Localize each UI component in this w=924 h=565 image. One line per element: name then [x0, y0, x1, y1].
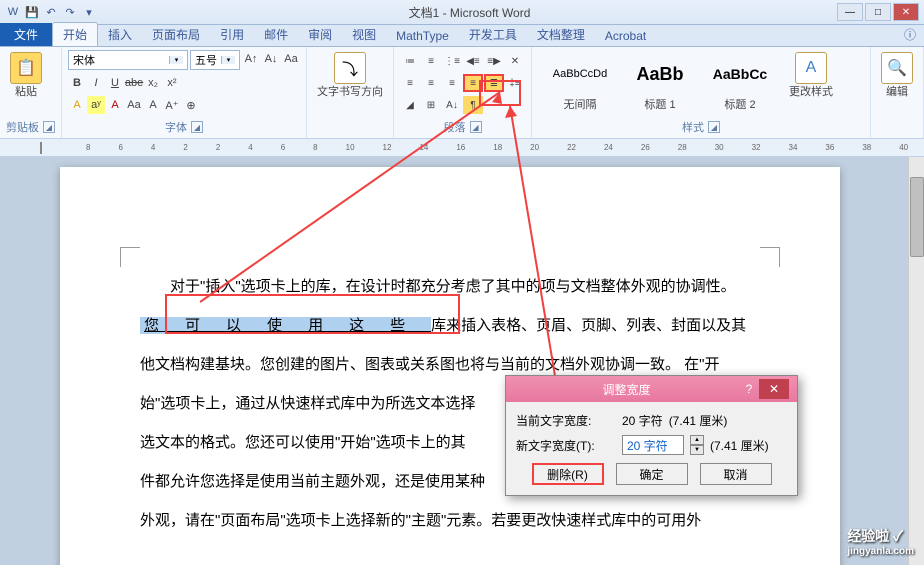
help-icon[interactable]: ⓘ: [896, 23, 924, 46]
current-width-label: 当前文字宽度:: [516, 412, 616, 429]
word-icon: W: [5, 4, 21, 20]
text-effect-button[interactable]: A: [68, 96, 86, 114]
tab-references[interactable]: 引用: [210, 23, 254, 46]
adjust-width-dialog: 调整宽度 ? ✕ 当前文字宽度: 20 字符 (7.41 厘米) 新文字宽度(T…: [505, 375, 798, 496]
ok-button[interactable]: 确定: [616, 463, 688, 485]
tab-home[interactable]: 开始: [52, 22, 98, 46]
char-border-button[interactable]: A: [144, 96, 162, 114]
char-shading-button[interactable]: A⁺: [163, 96, 181, 114]
align-left-button[interactable]: ≡: [400, 74, 420, 92]
tab-view[interactable]: 视图: [342, 23, 386, 46]
multilevel-button[interactable]: ⋮≡: [442, 52, 462, 70]
spinner-down[interactable]: ▼: [690, 445, 704, 455]
style-heading1[interactable]: AaBb 标题 1: [624, 52, 696, 114]
highlight-button[interactable]: aʸ: [87, 96, 105, 114]
font-label: 字体: [165, 119, 187, 135]
watermark: 经验啦 ✓ jingyanla.com: [847, 526, 914, 557]
tab-mailings[interactable]: 邮件: [254, 23, 298, 46]
current-width-value: 20 字符: [622, 412, 663, 429]
strikethrough-button[interactable]: abe: [125, 74, 143, 92]
grow-font-button[interactable]: A↑: [242, 50, 260, 68]
asian-layout-button[interactable]: ✕: [505, 52, 525, 70]
clear-format-button[interactable]: Aa: [282, 50, 300, 68]
style-nospacing[interactable]: AaBbCcDd 无间隔: [544, 52, 616, 114]
current-width-cm: (7.41 厘米): [669, 412, 728, 429]
superscript-button[interactable]: x²: [163, 74, 181, 92]
paste-icon: 📋: [10, 52, 42, 84]
tab-pagelayout[interactable]: 页面布局: [142, 23, 210, 46]
annotation-arrow-1: [200, 92, 520, 312]
increase-indent-button[interactable]: ≡▶: [484, 52, 504, 70]
bold-button[interactable]: B: [68, 74, 86, 92]
styles-launcher[interactable]: ◢: [708, 121, 720, 133]
align-right-button[interactable]: ≡: [442, 74, 462, 92]
tab-developer[interactable]: 开发工具: [459, 23, 527, 46]
close-button[interactable]: ✕: [893, 3, 919, 21]
tab-acrobat[interactable]: Acrobat: [595, 26, 656, 46]
tab-insert[interactable]: 插入: [98, 23, 142, 46]
enclose-char-button[interactable]: ⊕: [182, 96, 200, 114]
dialog-title: 调整宽度: [514, 381, 739, 398]
clipboard-label: 剪贴板: [6, 119, 39, 135]
qat-more-icon[interactable]: ▾: [81, 4, 97, 20]
dialog-close-button[interactable]: ✕: [759, 379, 789, 399]
new-width-label: 新文字宽度(T):: [516, 437, 616, 454]
shrink-font-button[interactable]: A↓: [262, 50, 280, 68]
align-center-button[interactable]: ≡: [421, 74, 441, 92]
tab-doctools[interactable]: 文档整理: [527, 23, 595, 46]
find-icon: 🔍: [881, 52, 913, 84]
undo-icon[interactable]: ↶: [43, 4, 59, 20]
change-case-button[interactable]: Aa: [125, 96, 143, 114]
margin-corner-tl: [120, 247, 140, 267]
tab-review[interactable]: 审阅: [298, 23, 342, 46]
window-title: 文档1 - Microsoft Word: [102, 4, 837, 21]
cancel-button[interactable]: 取消: [700, 463, 772, 485]
italic-button[interactable]: I: [87, 74, 105, 92]
numbering-button[interactable]: ≡: [421, 52, 441, 70]
tab-file[interactable]: 文件: [0, 23, 52, 46]
vertical-scrollbar[interactable]: [908, 157, 924, 565]
find-button[interactable]: 🔍 编辑: [877, 50, 917, 101]
font-size-select[interactable]: 五号▾: [190, 50, 240, 70]
spinner-up[interactable]: ▲: [690, 435, 704, 445]
margin-corner-tr: [760, 247, 780, 267]
change-styles-icon: A: [795, 52, 827, 84]
font-color-button[interactable]: A: [106, 96, 124, 114]
paste-button[interactable]: 📋 粘贴: [6, 50, 46, 101]
maximize-button[interactable]: □: [865, 3, 891, 21]
minimize-button[interactable]: —: [837, 3, 863, 21]
dialog-help-button[interactable]: ?: [739, 382, 759, 396]
doc-paragraph[interactable]: 外观，请在"页面布局"选项卡上选择新的"主题"元素。若要更改快速样式库中的可用外: [140, 501, 760, 540]
clipboard-launcher[interactable]: ◢: [43, 121, 55, 133]
text-direction-icon: ⤵: [334, 52, 366, 84]
font-name-select[interactable]: 宋体▾: [68, 50, 188, 70]
scroll-thumb[interactable]: [910, 177, 924, 257]
underline-button[interactable]: U: [106, 74, 124, 92]
subscript-button[interactable]: x₂: [144, 74, 162, 92]
change-styles-button[interactable]: A 更改样式: [785, 50, 837, 101]
bullets-button[interactable]: ≔: [400, 52, 420, 70]
save-icon[interactable]: 💾: [24, 4, 40, 20]
tab-mathtype[interactable]: MathType: [386, 26, 459, 46]
styles-label: 样式: [682, 119, 704, 135]
redo-icon[interactable]: ↷: [62, 4, 78, 20]
new-width-cm: (7.41 厘米): [710, 437, 769, 454]
ruler-corner: [40, 142, 42, 154]
decrease-indent-button[interactable]: ◀≡: [463, 52, 483, 70]
delete-button[interactable]: 删除(R): [532, 463, 604, 485]
style-heading2[interactable]: AaBbCc 标题 2: [704, 52, 776, 114]
new-width-input[interactable]: 20 字符: [622, 435, 684, 455]
